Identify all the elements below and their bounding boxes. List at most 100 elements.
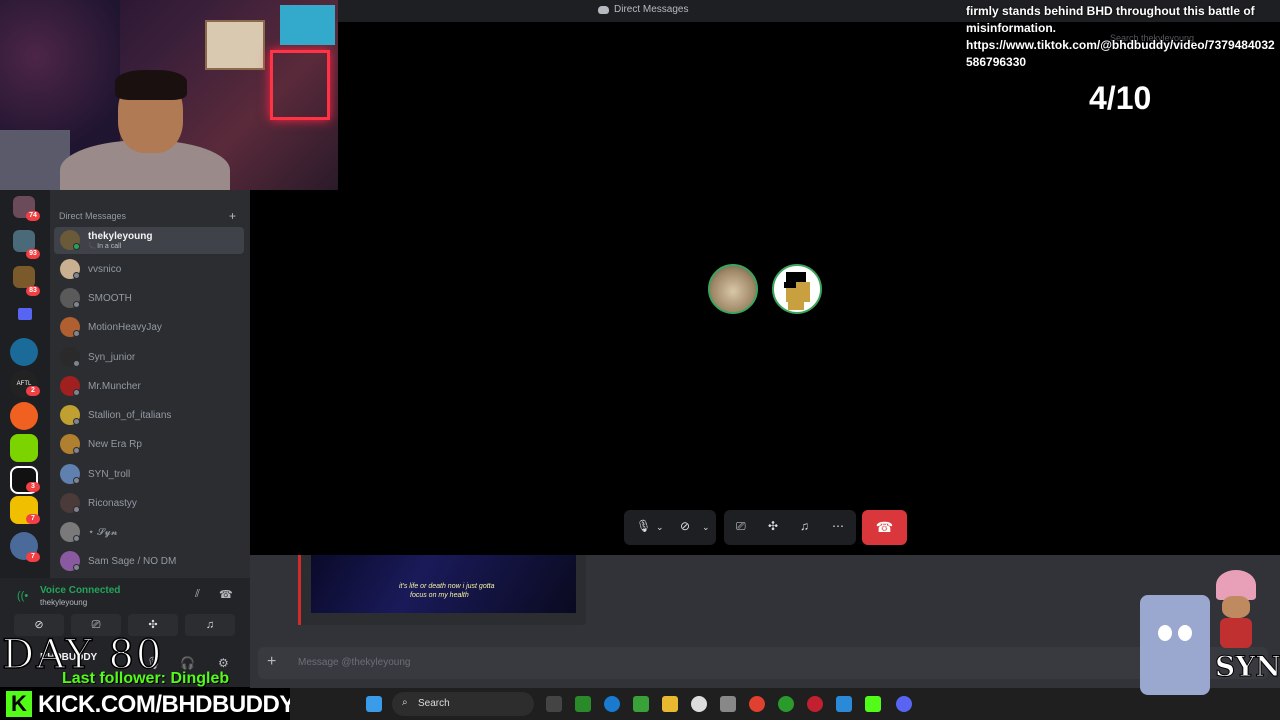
dm-name: SMOOTH bbox=[88, 293, 132, 304]
dm-header: Direct Messages bbox=[59, 211, 127, 221]
dm-item[interactable]: Stallion_of_italians bbox=[54, 402, 244, 429]
chopper-face bbox=[1222, 596, 1250, 618]
soundboard-button[interactable]: ♫ bbox=[185, 614, 235, 636]
headphones-icon[interactable]: 🎧 bbox=[180, 656, 195, 670]
discord-logo-icon bbox=[598, 5, 609, 14]
soundboard-icon[interactable]: ♫ bbox=[800, 519, 809, 533]
app-icon[interactable] bbox=[836, 696, 852, 712]
server-sidebar: 74 93 83 AFTL 2 3 7 7 bbox=[0, 190, 50, 590]
status-icon bbox=[73, 389, 80, 396]
voice-channel[interactable]: thekyleyoung bbox=[40, 598, 87, 607]
screenshare-icon[interactable]: ⎚ bbox=[736, 519, 746, 534]
disconnect-icon[interactable]: ☎ bbox=[219, 588, 233, 601]
activity-controls: ⎚ ✣ ♫ ⋯ bbox=[724, 510, 856, 545]
dm-name: MotionHeavyJay bbox=[88, 322, 162, 333]
dm-item[interactable]: Riconastyy bbox=[54, 490, 244, 517]
embed-caption-1: it's life or death now i just gotta bbox=[399, 583, 495, 590]
dm-item[interactable]: MotionHeavyJay bbox=[54, 314, 244, 341]
dm-item[interactable]: SMOOTH bbox=[54, 285, 244, 312]
unread-badge: 2 bbox=[26, 386, 40, 396]
unread-badge: 7 bbox=[26, 514, 40, 524]
signal-icon[interactable]: ((• bbox=[17, 590, 28, 602]
status-icon bbox=[73, 272, 80, 279]
mic-options-chevron-icon[interactable]: ⌄ bbox=[656, 522, 664, 533]
dm-item[interactable]: Syn_junior bbox=[54, 344, 244, 371]
windows-start-icon[interactable] bbox=[366, 696, 382, 712]
status-icon bbox=[73, 418, 80, 425]
disconnect-button[interactable]: ☎ bbox=[862, 510, 907, 545]
unread-badge: 83 bbox=[26, 286, 40, 296]
sheets-icon[interactable] bbox=[633, 696, 649, 712]
taskbar-search[interactable]: ⌕ Search bbox=[392, 692, 534, 716]
obs-icon[interactable] bbox=[807, 696, 823, 712]
server-icon-7[interactable] bbox=[10, 434, 38, 462]
dm-name: Sam Sage / NO DM bbox=[88, 556, 177, 567]
dm-name: Mr.Muncher bbox=[88, 381, 141, 392]
folder-icon[interactable] bbox=[18, 308, 32, 320]
more-options-icon[interactable]: ⋯ bbox=[832, 519, 844, 533]
dm-name: ⋆ 𝓢𝔂𝓷 bbox=[88, 527, 118, 538]
message-input[interactable]: + Message @thekyleyoung bbox=[258, 647, 1268, 679]
embed-thumbnail[interactable]: it's life or death now i just gotta focu… bbox=[311, 555, 576, 613]
activity-icon: ✣ bbox=[148, 619, 158, 631]
search-icon: ⌕ bbox=[402, 697, 408, 708]
kick-logo-icon: K bbox=[6, 691, 32, 717]
taskbar-search-label: Search bbox=[418, 698, 450, 709]
server-icon-group-3[interactable] bbox=[13, 266, 35, 288]
towelie-figure bbox=[1130, 595, 1220, 710]
camera-off-icon[interactable]: ⊘ bbox=[680, 519, 690, 533]
dm-item-thekyleyoung[interactable]: thekyleyoung In a call bbox=[54, 227, 244, 254]
nvidia-icon[interactable] bbox=[575, 696, 591, 712]
score-text: 4/10 bbox=[1089, 80, 1152, 116]
kick-app-icon[interactable] bbox=[865, 696, 881, 712]
phone-hangup-icon: ☎ bbox=[875, 519, 894, 535]
dm-name: Riconastyy bbox=[88, 498, 137, 509]
dm-name: New Era Rp bbox=[88, 439, 142, 450]
embed-caption-2: focus on my health bbox=[410, 592, 469, 599]
dm-item[interactable]: vvsnico bbox=[54, 256, 244, 283]
syn-logo: SYN bbox=[1215, 650, 1280, 684]
dm-item[interactable]: SYN_troll bbox=[54, 461, 244, 488]
settings-gear-icon[interactable]: ⚙ bbox=[218, 656, 229, 670]
dm-name: Syn_junior bbox=[88, 352, 136, 363]
status-icon bbox=[73, 447, 80, 454]
dm-item[interactable]: New Era Rp bbox=[54, 431, 244, 458]
edge-icon[interactable] bbox=[604, 696, 620, 712]
file-explorer-icon[interactable] bbox=[662, 696, 678, 712]
overlay-message: firmly stands behind BHD throughout this… bbox=[966, 3, 1276, 71]
dm-item[interactable]: ⋆ 𝓢𝔂𝓷 bbox=[54, 519, 244, 546]
dm-item[interactable]: Sam Sage / NO DM bbox=[54, 548, 244, 575]
unread-badge: 74 bbox=[26, 211, 40, 221]
store-icon[interactable] bbox=[720, 696, 736, 712]
towelie-eye bbox=[1158, 625, 1172, 641]
server-icon-6[interactable] bbox=[10, 402, 38, 430]
unread-badge: 3 bbox=[26, 482, 40, 492]
overlay-line-2: misinformation. bbox=[966, 21, 1057, 35]
discord-icon[interactable] bbox=[896, 696, 912, 712]
soundboard-icon: ♫ bbox=[205, 619, 215, 631]
webcam-neon bbox=[270, 50, 330, 120]
call-avatar-1[interactable] bbox=[708, 264, 758, 314]
dm-status-text: In a call bbox=[88, 243, 121, 250]
webcam-person-hair bbox=[115, 70, 187, 100]
microphone-icon[interactable]: 🎙 bbox=[636, 519, 651, 533]
dm-item[interactable]: Mr.Muncher bbox=[54, 373, 244, 400]
voice-status[interactable]: Voice Connected bbox=[40, 585, 120, 596]
dm-panel: Direct Messages + thekyleyoung In a call… bbox=[50, 190, 250, 578]
noise-suppression-icon[interactable]: ⫽ bbox=[195, 588, 200, 601]
task-view-icon[interactable] bbox=[546, 696, 562, 712]
call-avatar-2[interactable] bbox=[772, 264, 822, 314]
server-icon-4[interactable] bbox=[10, 338, 38, 366]
unread-badge: 7 bbox=[26, 552, 40, 562]
screenshare-icon: ⎚ bbox=[91, 619, 101, 631]
steam-icon[interactable] bbox=[691, 696, 707, 712]
last-follower: Last follower: Dingleb bbox=[62, 670, 230, 687]
plus-icon[interactable]: + bbox=[229, 209, 236, 223]
mic-camera-controls: 🎙 ⌄ ⊘ ⌄ bbox=[624, 510, 716, 545]
camera-options-chevron-icon[interactable]: ⌄ bbox=[702, 522, 710, 533]
xbox-icon[interactable] bbox=[778, 696, 794, 712]
chrome-icon[interactable] bbox=[749, 696, 765, 712]
activity-icon[interactable]: ✣ bbox=[768, 519, 778, 533]
attach-plus-icon[interactable]: + bbox=[267, 653, 276, 671]
video-embed[interactable]: it's life or death now i just gotta focu… bbox=[298, 555, 586, 625]
